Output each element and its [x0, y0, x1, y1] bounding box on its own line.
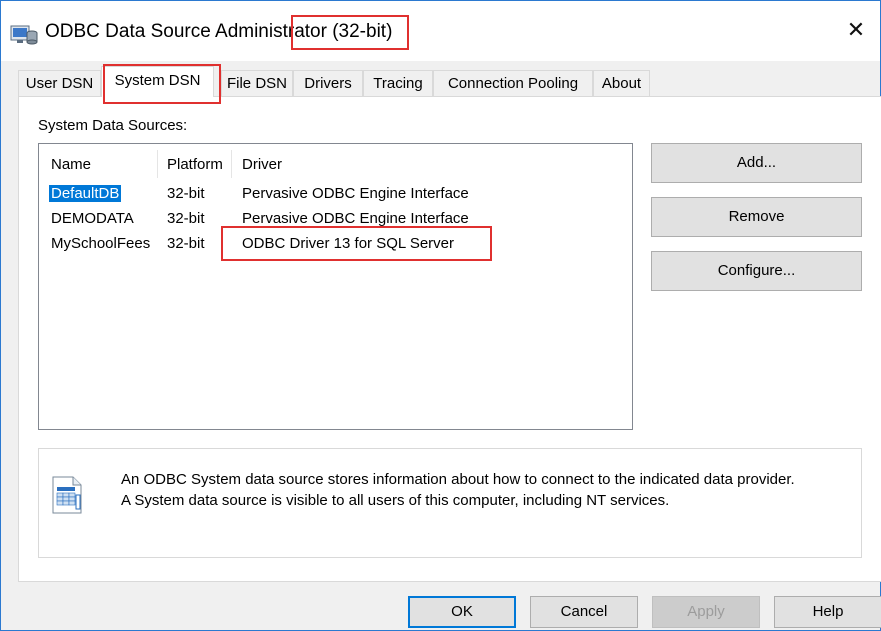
system-data-sources-label: System Data Sources: — [38, 117, 188, 134]
dsn-name[interactable]: DEMODATA — [51, 210, 134, 227]
tab-drivers[interactable]: Drivers — [293, 70, 363, 96]
dsn-platform: 32-bit — [167, 210, 205, 227]
info-line-2: A System data source is visible to all u… — [121, 492, 670, 509]
data-source-icon — [52, 476, 82, 514]
tab-file-dsn[interactable]: File DSN — [221, 70, 293, 96]
column-header-platform[interactable]: Platform — [167, 156, 223, 173]
column-header-name[interactable]: Name — [51, 156, 91, 173]
info-text: An ODBC System data source stores inform… — [121, 469, 795, 511]
odbc-admin-icon — [10, 25, 38, 45]
dsn-driver: ODBC Driver 13 for SQL Server — [242, 235, 454, 252]
dsn-driver: Pervasive ODBC Engine Interface — [242, 210, 469, 227]
dsn-driver: Pervasive ODBC Engine Interface — [242, 185, 469, 202]
tab-about[interactable]: About — [593, 70, 650, 96]
close-button[interactable]: ✕ — [844, 17, 868, 43]
info-panel: An ODBC System data source stores inform… — [38, 448, 862, 558]
title-bar: ODBC Data Source Administrator (32-bit) … — [1, 1, 880, 61]
column-separator[interactable] — [157, 150, 158, 178]
info-line-1: An ODBC System data source stores inform… — [121, 471, 795, 488]
tab-user-dsn[interactable]: User DSN — [18, 70, 101, 96]
column-separator[interactable] — [231, 150, 232, 178]
configure-button[interactable]: Configure... — [651, 251, 862, 291]
cancel-button[interactable]: Cancel — [530, 596, 638, 628]
tab-connection-pooling[interactable]: Connection Pooling — [433, 70, 593, 96]
dsn-platform: 32-bit — [167, 185, 205, 202]
column-header-driver[interactable]: Driver — [242, 156, 282, 173]
dsn-name[interactable]: MySchoolFees — [51, 235, 150, 252]
dsn-name[interactable]: DefaultDB — [49, 185, 122, 202]
add-button[interactable]: Add... — [651, 143, 862, 183]
tab-tracing[interactable]: Tracing — [363, 70, 433, 96]
apply-button[interactable]: Apply — [652, 596, 760, 628]
tab-system-dsn[interactable]: System DSN — [101, 66, 214, 97]
window-title: ODBC Data Source Administrator (32-bit) — [45, 21, 393, 42]
dsn-platform: 32-bit — [167, 235, 205, 252]
ok-button[interactable]: OK — [408, 596, 516, 628]
help-button[interactable]: Help — [774, 596, 881, 628]
system-dsn-list[interactable]: Name Platform Driver DefaultDB 32-bit Pe… — [38, 143, 633, 430]
remove-button[interactable]: Remove — [651, 197, 862, 237]
